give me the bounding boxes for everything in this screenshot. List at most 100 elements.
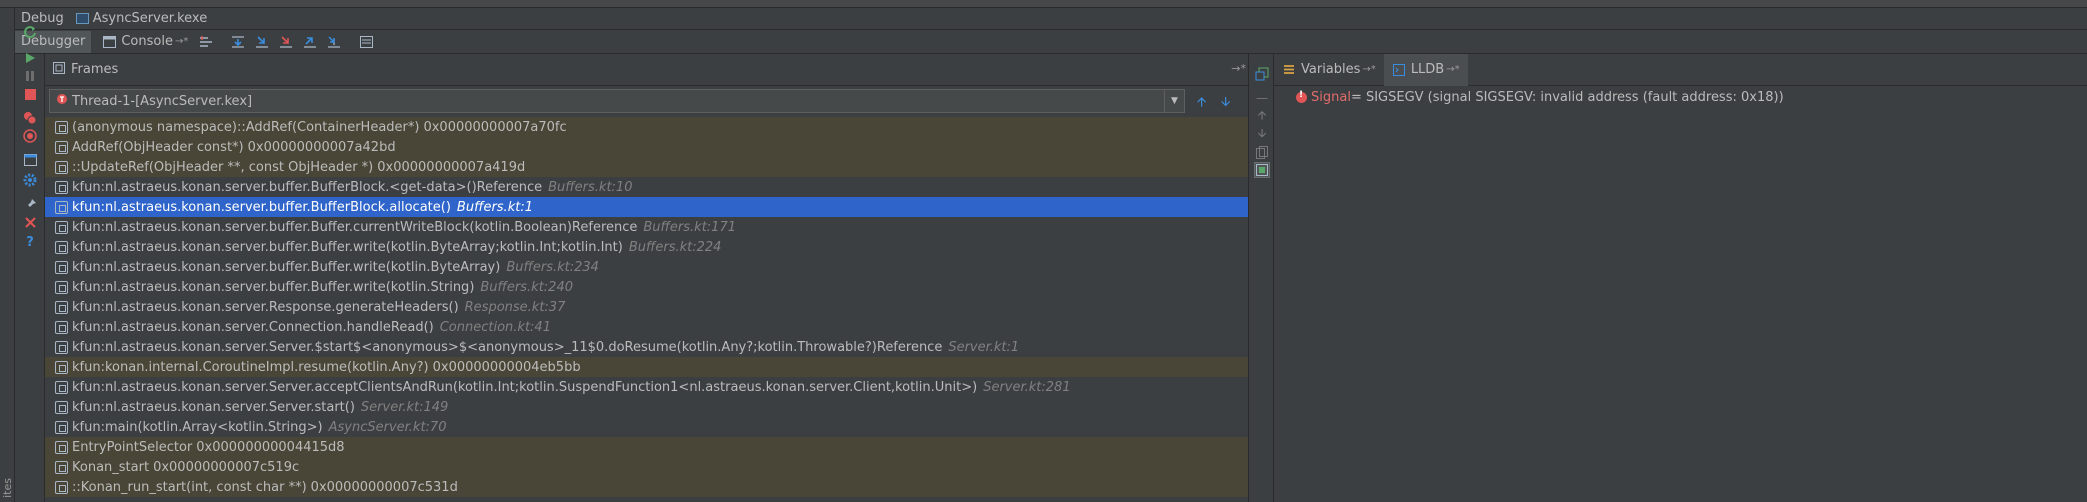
show-library-frames-icon[interactable] bbox=[1254, 162, 1270, 178]
frame-location: Connection.kt:41 bbox=[439, 319, 551, 335]
move-up-icon[interactable]: 🡩 bbox=[1254, 108, 1270, 124]
help-icon[interactable]: ? bbox=[22, 234, 38, 250]
frame-function: kfun:konan.internal.CoroutineImpl.resume… bbox=[72, 359, 429, 375]
top-strip bbox=[0, 0, 2087, 8]
frames-panel: Frames →* Thread-1-[AsyncServer.kex] ▼ 🡩… bbox=[45, 54, 1248, 502]
layout-icon[interactable] bbox=[22, 152, 38, 168]
frames-header: Frames →* bbox=[45, 54, 1248, 86]
mute-breakpoints-icon[interactable] bbox=[22, 128, 38, 144]
frame-function: ::Konan_run_start(int, const char **) bbox=[72, 479, 307, 495]
frame-address: 0x00000000007c519c bbox=[153, 459, 300, 475]
pin-icon[interactable]: →* bbox=[175, 36, 188, 47]
frame-location: Buffers.kt:10 bbox=[548, 179, 633, 195]
thread-selector[interactable]: Thread-1-[AsyncServer.kex] ▼ bbox=[49, 89, 1185, 113]
stack-frame-row[interactable]: AddRef(ObjHeader const*) 0x00000000007a42… bbox=[45, 137, 1248, 157]
pin-tab-icon[interactable] bbox=[22, 196, 38, 212]
thread-label: Thread-1-[AsyncServer.kex] bbox=[72, 93, 253, 109]
show-execution-point-icon[interactable] bbox=[198, 34, 214, 50]
frame-address: 0x00000000007c531d bbox=[310, 479, 458, 495]
frame-icon bbox=[55, 460, 68, 474]
left-strip-label[interactable]: ites bbox=[1, 478, 14, 498]
step-over-icon[interactable] bbox=[230, 34, 246, 50]
stack-frame-row[interactable]: kfun:nl.astraeus.konan.server.buffer.Buf… bbox=[45, 197, 1248, 217]
frame-function: kfun:nl.astraeus.konan.server.Response.g… bbox=[72, 299, 459, 315]
stack-frame-row[interactable]: kfun:konan.internal.CoroutineImpl.resume… bbox=[45, 357, 1248, 377]
frames-list: (anonymous namespace)::AddRef(ContainerH… bbox=[45, 117, 1248, 502]
stack-frame-row[interactable]: kfun:nl.astraeus.konan.server.Server.$st… bbox=[45, 337, 1248, 357]
frame-icon bbox=[55, 180, 68, 194]
frame-function: kfun:nl.astraeus.konan.server.Server.$st… bbox=[72, 339, 943, 355]
close-icon[interactable] bbox=[22, 214, 38, 230]
previous-frame-arrow-icon[interactable]: 🡩 bbox=[1197, 93, 1206, 115]
stack-frame-row[interactable]: kfun:nl.astraeus.konan.server.buffer.Buf… bbox=[45, 277, 1248, 297]
frame-address: 0x00000000007a70fc bbox=[423, 119, 567, 135]
frame-function: kfun:nl.astraeus.konan.server.buffer.Buf… bbox=[72, 179, 543, 195]
copy-stack-icon[interactable] bbox=[1254, 144, 1270, 160]
tab-lldb[interactable]: LLDB →* bbox=[1383, 53, 1468, 86]
frame-icon bbox=[55, 340, 68, 354]
lldb-pin-icon[interactable]: →* bbox=[1446, 64, 1459, 75]
frame-icon bbox=[55, 220, 68, 234]
stack-frame-row[interactable]: (anonymous namespace)::AddRef(ContainerH… bbox=[45, 117, 1248, 137]
variables-panel: Variables →* LLDB →* Signal = SIGSEGV (s… bbox=[1274, 53, 2087, 502]
rerun-icon[interactable] bbox=[22, 24, 38, 40]
next-frame-arrow-icon[interactable]: 🡫 bbox=[1221, 93, 1230, 115]
frame-icon bbox=[55, 440, 68, 454]
move-down-icon[interactable]: 🡫 bbox=[1254, 126, 1270, 142]
restore-layout-icon[interactable] bbox=[1254, 66, 1270, 82]
frame-address: 0x00000000004eb5bb bbox=[432, 359, 581, 375]
frame-function: ::UpdateRef(ObjHeader **, const ObjHeade… bbox=[72, 159, 374, 175]
frame-location: Buffers.kt:240 bbox=[480, 279, 573, 295]
frame-icon bbox=[55, 300, 68, 314]
step-out-icon[interactable] bbox=[302, 34, 318, 50]
stack-frame-row[interactable]: Konan_start 0x00000000007c519c bbox=[45, 457, 1248, 477]
signal-variable-row[interactable]: Signal = SIGSEGV (signal SIGSEGV: invali… bbox=[1296, 90, 1784, 105]
frame-address: 0x00000000007a419d bbox=[377, 159, 526, 175]
error-icon bbox=[1296, 90, 1307, 103]
frame-icon bbox=[55, 380, 68, 394]
frame-location: Server.kt:149 bbox=[360, 399, 449, 415]
stack-frame-row[interactable]: kfun:nl.astraeus.konan.server.Server.sta… bbox=[45, 397, 1248, 417]
stack-frame-row[interactable]: kfun:main(kotlin.Array<kotlin.String>) As… bbox=[45, 417, 1248, 437]
thread-row: Thread-1-[AsyncServer.kex] ▼ 🡩 🡫 bbox=[45, 87, 1248, 115]
tab-console[interactable]: Console →* bbox=[91, 31, 194, 53]
run-to-cursor-icon[interactable] bbox=[326, 34, 342, 50]
pause-icon[interactable] bbox=[22, 68, 38, 84]
view-breakpoints-icon[interactable] bbox=[22, 110, 38, 126]
stack-frame-row[interactable]: kfun:nl.astraeus.konan.server.buffer.Buf… bbox=[45, 237, 1248, 257]
resume-icon[interactable] bbox=[22, 50, 38, 66]
frame-function: kfun:nl.astraeus.konan.server.buffer.Buf… bbox=[72, 219, 638, 235]
frame-location: Buffers.kt:234 bbox=[506, 259, 599, 275]
stack-frame-row[interactable]: kfun:nl.astraeus.konan.server.buffer.Buf… bbox=[45, 177, 1248, 197]
tab-variables[interactable]: Variables →* bbox=[1274, 54, 1384, 86]
frame-function: EntryPointSelector bbox=[72, 439, 193, 455]
stack-frame-row[interactable]: kfun:nl.astraeus.konan.server.Connection… bbox=[45, 317, 1248, 337]
frame-location: Response.kt:37 bbox=[464, 299, 566, 315]
stack-frame-row[interactable]: kfun:nl.astraeus.konan.server.Response.g… bbox=[45, 297, 1248, 317]
step-into-icon[interactable] bbox=[254, 34, 270, 50]
stack-frame-row[interactable]: kfun:nl.astraeus.konan.server.buffer.Buf… bbox=[45, 257, 1248, 277]
frames-title: Frames bbox=[71, 62, 119, 77]
frame-icon bbox=[55, 280, 68, 294]
stack-frame-row[interactable]: EntryPointSelector 0x00000000004415d8 bbox=[45, 437, 1248, 457]
stack-frame-row[interactable]: kfun:nl.astraeus.konan.server.Server.acc… bbox=[45, 377, 1248, 397]
stack-frame-row[interactable]: kfun:nl.astraeus.konan.server.buffer.Buf… bbox=[45, 217, 1248, 237]
frame-function: kfun:nl.astraeus.konan.server.buffer.Buf… bbox=[72, 239, 623, 255]
stack-frame-row[interactable]: ::Konan_run_start(int, const char **) 0x0… bbox=[45, 477, 1248, 497]
force-step-into-icon[interactable] bbox=[278, 34, 294, 50]
frame-icon bbox=[55, 360, 68, 374]
stack-frame-row[interactable]: ::UpdateRef(ObjHeader **, const ObjHeade… bbox=[45, 157, 1248, 177]
frames-pin-icon[interactable]: →* bbox=[1231, 62, 1246, 75]
executable-icon bbox=[75, 13, 89, 24]
frame-function: AddRef(ObjHeader const*) bbox=[72, 139, 244, 155]
frame-icon bbox=[55, 140, 68, 154]
variables-pin-icon[interactable]: →* bbox=[1362, 64, 1375, 75]
frame-function: kfun:nl.astraeus.konan.server.buffer.Buf… bbox=[72, 279, 475, 295]
settings-gear-icon[interactable] bbox=[22, 172, 38, 188]
frame-icon bbox=[55, 120, 68, 134]
chevron-down-icon[interactable]: ▼ bbox=[1164, 90, 1184, 112]
frame-location: Buffers.kt:1 bbox=[456, 199, 533, 215]
evaluate-expression-icon[interactable] bbox=[358, 34, 374, 50]
stop-icon[interactable] bbox=[22, 86, 38, 102]
frame-location: Server.kt:1 bbox=[948, 339, 1020, 355]
